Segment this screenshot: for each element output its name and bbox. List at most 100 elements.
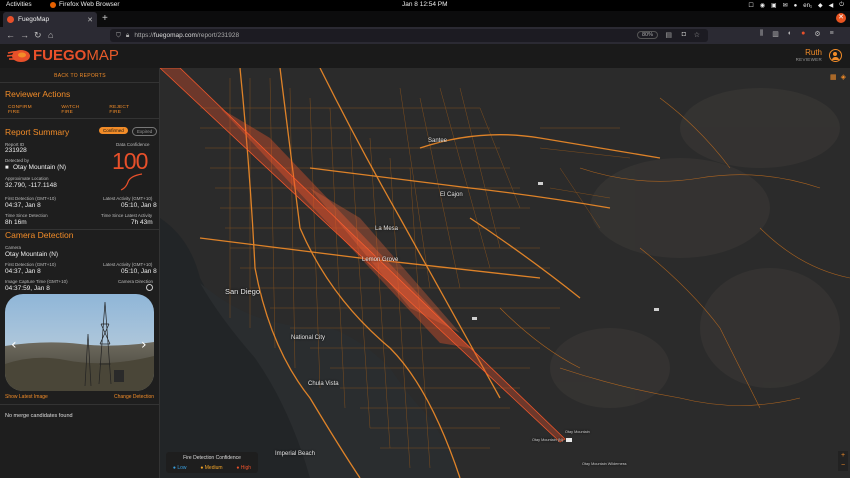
cam-first-detection-label: First Detection (GMT+10) — [5, 262, 56, 267]
zoom-out-button[interactable]: − — [838, 461, 848, 471]
watch-fire-button[interactable]: WATCH FIRE — [61, 105, 90, 115]
capture-time-value: 04:37:59, Jan 8 — [5, 285, 50, 292]
zoom-indicator[interactable]: 80% — [636, 31, 658, 39]
legend-medium[interactable]: ● Medium — [200, 465, 222, 471]
map-label-el-cajon: El Cajon — [440, 192, 463, 198]
show-latest-image-link[interactable]: Show Latest Image — [5, 394, 48, 400]
window-close-button[interactable]: ✕ — [836, 13, 846, 23]
tab-fuegomap[interactable]: FuegoMap ✕ — [3, 12, 97, 27]
tab-close-icon[interactable]: ✕ — [87, 16, 93, 24]
home-icon[interactable]: ⌂ — [48, 30, 53, 40]
clock[interactable]: Jan 8 12:54 PM — [402, 1, 448, 8]
nav-bar: ← → ↻ ⌂ ⛉ 🔒︎ https://fuegomap.com/report… — [0, 27, 850, 44]
bookmark-star-icon[interactable]: ☆ — [694, 31, 700, 39]
user-role: REVIEWER — [795, 57, 822, 62]
tab-title: FuegoMap — [18, 16, 50, 23]
detected-by-value[interactable]: Otay Mountain (N) — [13, 164, 66, 171]
tray-icon-3[interactable]: ▣ — [771, 2, 777, 9]
map-label-national-city: National City — [291, 335, 326, 341]
fire-map[interactable]: San Diego El Cajon La Mesa National City… — [160, 68, 850, 478]
latest-activity-value: 05:10, Jan 8 — [121, 202, 157, 209]
map-label-san-diego: San Diego — [225, 287, 261, 296]
user-avatar-icon[interactable] — [829, 49, 842, 62]
map-label-santee: Santee — [428, 138, 448, 144]
legend-title: Fire Detection Confidence — [183, 455, 241, 461]
shield-icon[interactable]: ⛉ — [116, 32, 121, 40]
reader-icon[interactable]: ▤ — [665, 31, 672, 39]
confidence-legend: Fire Detection Confidence ● Low ● Medium… — [166, 452, 258, 473]
logo-text: FUEGOMAP — [33, 47, 119, 64]
prev-image-icon: ‹ — [11, 337, 17, 353]
map-tools: ▦ ◈ — [830, 73, 846, 81]
library-icon[interactable]: ⫼ — [760, 30, 763, 38]
tray-icon-2[interactable]: ◉ — [760, 2, 765, 9]
expired-badge[interactable]: Expired — [132, 127, 158, 136]
map-label-lemon-grove: Lemon Grove — [362, 257, 399, 263]
back-icon[interactable]: ← — [6, 30, 15, 40]
reload-icon[interactable]: ↻ — [34, 30, 42, 41]
merge-candidates-status: No merge candidates found — [5, 413, 73, 419]
menu-icon[interactable]: ≡ — [830, 30, 834, 38]
extension-icon[interactable]: ◐ — [788, 30, 792, 38]
volume-icon[interactable]: ◀ — [829, 2, 834, 9]
confirmed-badge[interactable]: Confirmed — [99, 127, 128, 134]
activities-button[interactable]: Activities — [6, 1, 32, 8]
reviewer-actions: CONFIRM FIRE WATCH FIRE REJECT FIRE — [8, 105, 159, 115]
fuegomap-logo[interactable]: FUEGOMAP — [6, 47, 119, 64]
camera-value: Otay Mountain (N) — [5, 251, 59, 258]
toolbar-right: ⫼ ▥ ◐ ● ⚙ ≡ — [760, 30, 834, 38]
url-bar[interactable]: ⛉ 🔒︎ https://fuegomap.com/report/231928 … — [110, 29, 708, 42]
sidebar-icon[interactable]: ▥ — [772, 30, 779, 38]
reviewer-actions-title: Reviewer Actions — [5, 89, 71, 99]
camera-marker-icon — [538, 182, 543, 185]
layers-icon[interactable]: ◈ — [841, 73, 846, 81]
addon-icon[interactable]: ● — [801, 30, 805, 38]
change-detection-link[interactable]: Change Detection — [114, 394, 154, 400]
map-style-icon[interactable]: ▦ — [830, 73, 837, 81]
user-info[interactable]: Ruth REVIEWER — [796, 48, 822, 62]
language-indicator[interactable]: en₁ — [803, 3, 812, 9]
app-header: FUEGOMAP Ruth REVIEWER — [0, 44, 850, 68]
map-canvas[interactable] — [160, 68, 850, 478]
zoom-in-button[interactable]: + — [838, 451, 848, 461]
firefox-icon — [50, 1, 56, 8]
fire-logo-icon — [6, 48, 31, 63]
camera-image[interactable]: ‹ › — [5, 294, 154, 391]
tray-icon-4[interactable]: ✉ — [783, 2, 788, 9]
new-tab-button[interactable]: + — [102, 13, 108, 24]
system-tray[interactable]: ☐ ◉ ▣ ✉ ● en₁ ◆ ◀ ⏻ — [748, 0, 844, 11]
legend-high[interactable]: ● High — [236, 465, 251, 471]
next-image-icon: › — [141, 337, 147, 353]
wifi-icon[interactable]: ◆ — [818, 2, 823, 9]
detected-by-label: Detected by — [5, 158, 30, 163]
user-name: Ruth — [805, 48, 822, 57]
report-id-value: 231928 — [5, 147, 27, 154]
forward-icon[interactable]: → — [20, 30, 29, 40]
back-to-reports-link[interactable]: BACK TO REPORTS — [0, 73, 160, 79]
reject-fire-button[interactable]: REJECT FIRE — [109, 105, 140, 115]
map-label-imperial-beach: Imperial Beach — [275, 451, 316, 457]
legend-low[interactable]: ● Low — [173, 465, 187, 471]
extensions-icon[interactable]: ⚙ — [814, 30, 820, 38]
first-detection-value: 04:37, Jan 8 — [5, 202, 41, 209]
tray-icon-5[interactable]: ● — [794, 3, 798, 9]
latest-activity-label: Latest Activity (GMT+10) — [103, 196, 153, 201]
cam-latest-activity-label: Latest Activity (GMT+10) — [103, 262, 153, 267]
tray-icon-1[interactable]: ☐ — [748, 2, 753, 9]
confirm-fire-button[interactable]: CONFIRM FIRE — [8, 105, 42, 115]
report-sidebar: BACK TO REPORTS Reviewer Actions CONFIRM… — [0, 68, 160, 478]
time-since-detection-value: 8h 16m — [5, 219, 27, 226]
camera-label: Camera — [5, 245, 22, 250]
approx-location-label: Approximate Location — [5, 176, 49, 181]
power-icon[interactable]: ⏻ — [839, 2, 844, 9]
divider — [0, 82, 160, 83]
pocket-icon[interactable]: ◘ — [682, 31, 686, 38]
favicon-icon — [7, 16, 14, 23]
app-menu[interactable]: Firefox Web Browser — [50, 1, 120, 8]
lock-icon[interactable]: 🔒︎ — [126, 32, 129, 40]
app-name: Firefox Web Browser — [59, 1, 120, 8]
compass-icon — [146, 284, 153, 291]
report-summary-title: Report Summary — [5, 127, 70, 137]
camera-marker-icon — [654, 308, 659, 311]
divider — [0, 118, 160, 119]
